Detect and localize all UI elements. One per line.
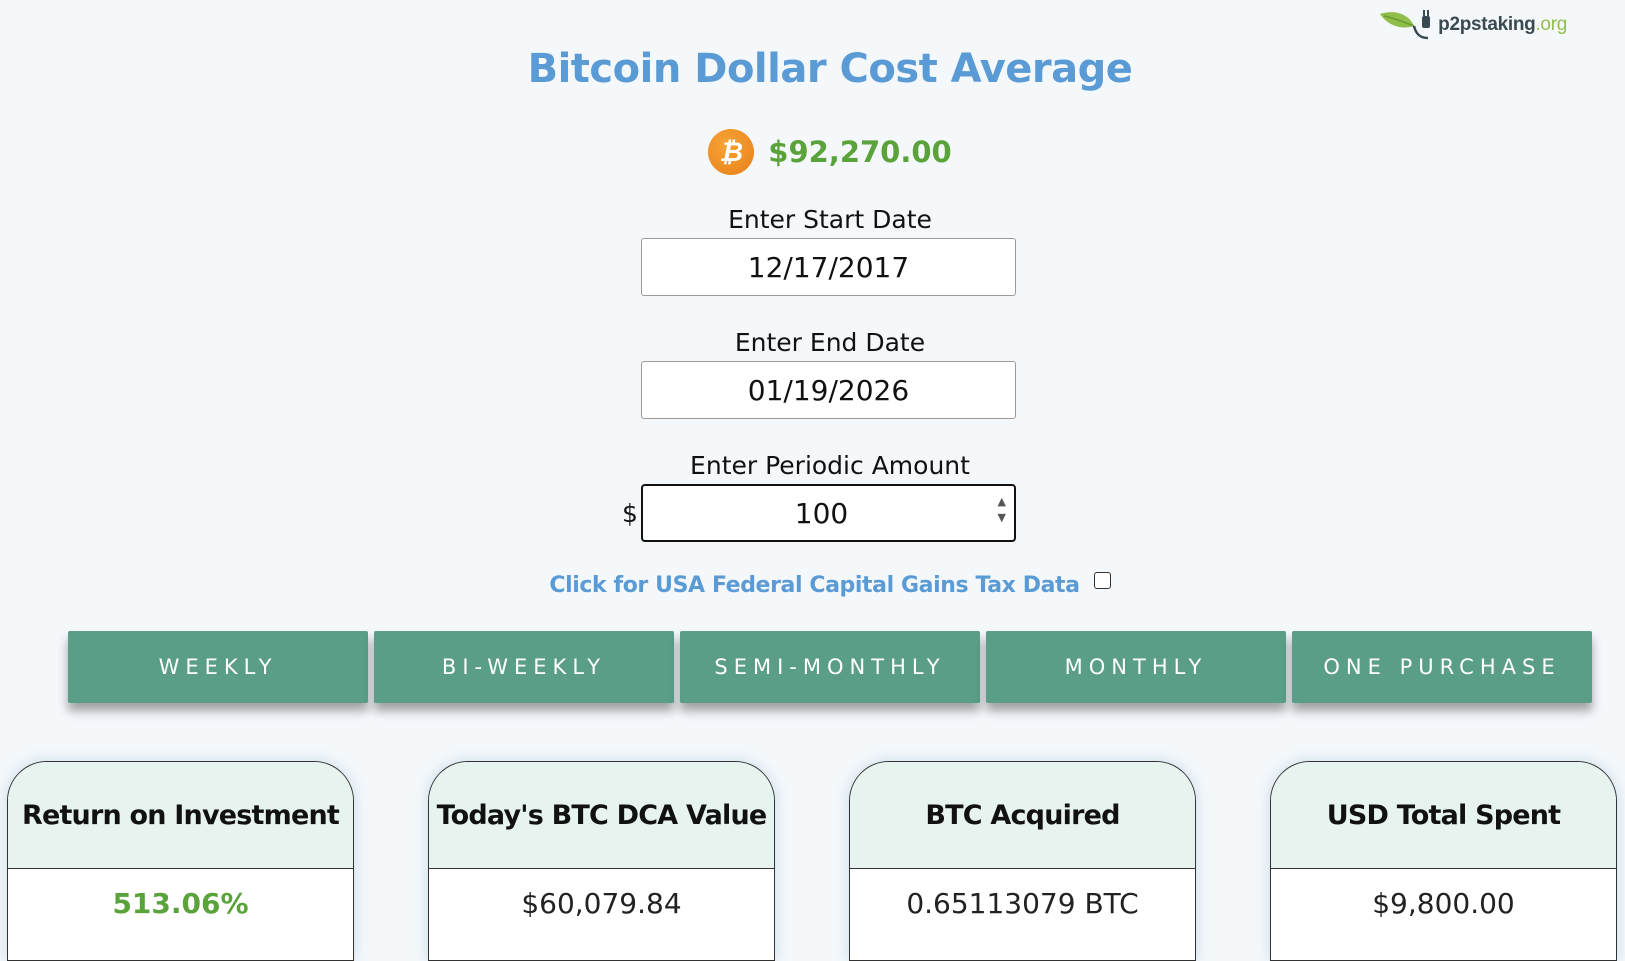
usd-spent-value: $9,800.00: [1372, 887, 1515, 920]
p2pstaking-logo[interactable]: p2pstaking.org: [1378, 8, 1567, 42]
tax-data-link[interactable]: Click for USA Federal Capital Gains Tax …: [549, 573, 1080, 598]
page-title: Bitcoin Dollar Cost Average: [527, 46, 1133, 92]
periodic-amount-label: Enter Periodic Amount: [690, 451, 970, 480]
start-date-input[interactable]: [641, 238, 1016, 296]
brand-name: p2pstaking.org: [1438, 14, 1567, 35]
end-date-input[interactable]: [641, 361, 1016, 419]
tax-data-toggle-row: Click for USA Federal Capital Gains Tax …: [0, 572, 1625, 598]
btc-acquired-value: 0.65113079 BTC: [906, 887, 1139, 920]
usd-spent-card: USD Total Spent $9,800.00: [1270, 761, 1617, 961]
weekly-button[interactable]: WEEKLY: [68, 631, 368, 703]
stepper-down-icon[interactable]: ▼: [998, 512, 1006, 524]
start-date-label: Enter Start Date: [728, 205, 932, 234]
currency-symbol: $: [622, 498, 638, 528]
semi-monthly-button[interactable]: SEMI-MONTHLY: [680, 631, 980, 703]
leaf-plug-icon: [1380, 10, 1431, 40]
periodic-amount-group: $ 100 ▲ ▼: [622, 484, 1016, 542]
frequency-button-group: WEEKLY BI-WEEKLY SEMI-MONTHLY MONTHLY ON…: [68, 631, 1592, 703]
periodic-amount-input[interactable]: 100 ▲ ▼: [641, 484, 1016, 542]
periodic-amount-value: 100: [794, 496, 849, 530]
stepper-up-icon[interactable]: ▲: [998, 496, 1006, 508]
btc-acquired-card-title: BTC Acquired: [850, 762, 1195, 869]
bi-weekly-button[interactable]: BI-WEEKLY: [374, 631, 674, 703]
end-date-label: Enter End Date: [734, 328, 926, 357]
dca-value-card-title: Today's BTC DCA Value: [429, 762, 774, 869]
btc-price: $92,270.00: [768, 135, 952, 169]
tax-data-checkbox[interactable]: [1093, 572, 1111, 589]
brand-tld: .org: [1535, 14, 1567, 35]
roi-value: 513.06%: [112, 887, 249, 920]
dca-value-card: Today's BTC DCA Value $60,079.84: [428, 761, 775, 961]
roi-card-title: Return on Investment: [8, 762, 353, 869]
btc-acquired-card: BTC Acquired 0.65113079 BTC: [849, 761, 1196, 961]
usd-spent-card-title: USD Total Spent: [1271, 762, 1616, 869]
monthly-button[interactable]: MONTHLY: [986, 631, 1286, 703]
one-purchase-button[interactable]: ONE PURCHASE: [1292, 631, 1592, 703]
btc-price-display: ₿ $92,270.00: [0, 129, 1625, 175]
results-cards: Return on Investment 513.06% Today's BTC…: [7, 761, 1617, 961]
amount-stepper[interactable]: ▲ ▼: [998, 496, 1006, 524]
bitcoin-icon: ₿: [708, 129, 755, 175]
roi-card: Return on Investment 513.06%: [7, 761, 354, 961]
dca-value: $60,079.84: [521, 887, 682, 920]
